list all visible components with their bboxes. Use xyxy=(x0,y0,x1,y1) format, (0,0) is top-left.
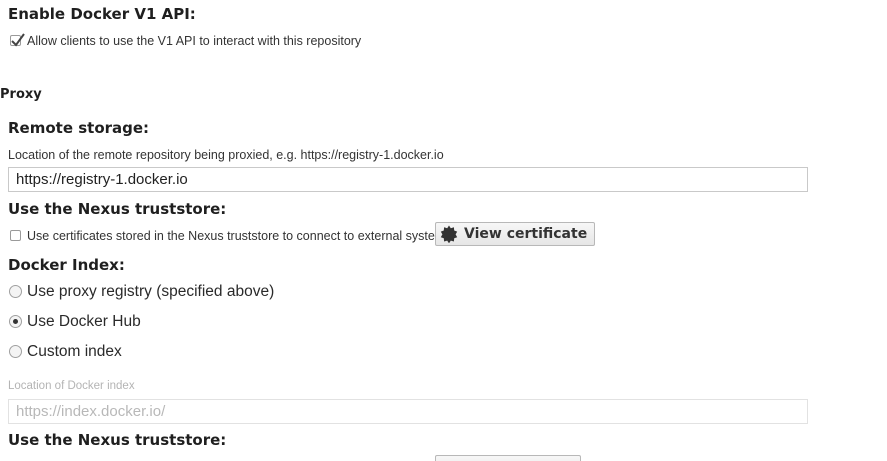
proxy-section-title: Proxy xyxy=(0,87,42,102)
docker-index-location-input[interactable] xyxy=(8,399,808,424)
view-certificate-button[interactable]: View certificate xyxy=(435,222,596,246)
remote-storage-heading: Remote storage: xyxy=(8,119,150,137)
truststore-heading: Use the Nexus truststore: xyxy=(8,200,227,218)
radio-use-docker-hub-label: Use Docker Hub xyxy=(27,313,141,330)
radio-custom-index[interactable] xyxy=(9,345,22,358)
view-certificate-label: View certificate xyxy=(464,226,588,242)
docker-v1-heading: Enable Docker V1 API: xyxy=(8,5,196,23)
certificate-icon xyxy=(440,225,458,244)
remote-storage-help: Location of the remote repository being … xyxy=(8,148,444,162)
radio-selected-dot xyxy=(13,319,18,324)
docker-v1-checkbox[interactable] xyxy=(10,33,25,47)
remote-storage-input[interactable] xyxy=(8,167,808,192)
radio-use-docker-hub[interactable] xyxy=(9,315,22,328)
radio-custom-index-label: Custom index xyxy=(27,343,122,360)
checkmark-icon xyxy=(11,33,25,47)
docker-v1-checkbox-label: Allow clients to use the V1 API to inter… xyxy=(27,34,362,48)
index-view-certificate-button[interactable] xyxy=(435,455,581,461)
docker-index-location-label: Location of Docker index xyxy=(8,380,135,392)
docker-index-heading: Docker Index: xyxy=(8,256,125,274)
truststore-checkbox[interactable] xyxy=(10,230,21,241)
truststore-checkbox-label: Use certificates stored in the Nexus tru… xyxy=(27,229,452,243)
radio-use-proxy-registry[interactable] xyxy=(9,285,22,298)
radio-use-proxy-registry-label: Use proxy registry (specified above) xyxy=(27,283,275,300)
repository-settings-form: Enable Docker V1 API: Allow clients to u… xyxy=(0,0,887,461)
index-truststore-heading: Use the Nexus truststore: xyxy=(8,431,227,449)
